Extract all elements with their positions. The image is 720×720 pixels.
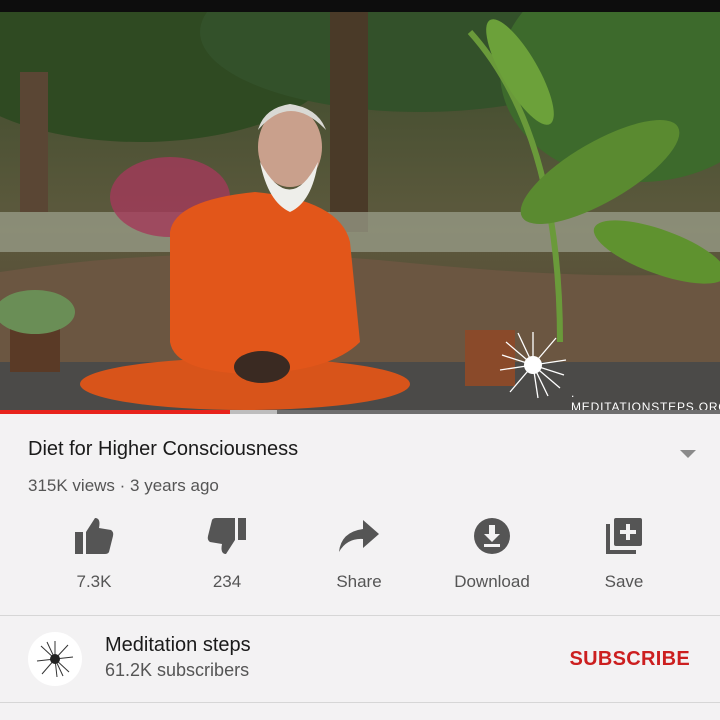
save-playlist-icon xyxy=(574,514,674,558)
video-info-panel: Diet for Higher Consciousness 315K views… xyxy=(0,414,720,720)
watermark-logo-icon xyxy=(498,330,568,400)
video-player[interactable]: . MEDITATIONSTEPS.ORG xyxy=(0,0,720,410)
dislike-button[interactable]: 234 xyxy=(177,514,277,592)
thumbs-up-icon xyxy=(44,514,144,558)
watermark-text: . MEDITATIONSTEPS.ORG xyxy=(571,386,720,410)
chevron-down-icon[interactable] xyxy=(680,450,696,458)
video-meta: 315K views · 3 years ago xyxy=(28,476,219,495)
channel-row: Meditation steps 61.2K subscribers SUBSC… xyxy=(0,616,720,702)
download-icon xyxy=(442,514,542,558)
video-top-bar xyxy=(0,0,720,12)
save-button[interactable]: Save xyxy=(574,514,674,592)
thumbs-down-icon xyxy=(177,514,277,558)
subscriber-count: 61.2K subscribers xyxy=(105,660,250,680)
download-button[interactable]: Download xyxy=(442,514,542,592)
share-button[interactable]: Share xyxy=(309,514,409,592)
channel-avatar[interactable] xyxy=(28,632,82,686)
action-bar: 7.3K 234 Share Download Save xyxy=(28,514,692,594)
video-frame xyxy=(0,12,720,410)
subscribe-button[interactable]: SUBSCRIBE xyxy=(570,648,691,671)
share-icon xyxy=(309,514,409,558)
like-button[interactable]: 7.3K xyxy=(44,514,144,592)
divider xyxy=(0,702,720,703)
video-title[interactable]: Diet for Higher Consciousness xyxy=(28,438,298,461)
channel-name[interactable]: Meditation steps xyxy=(105,634,251,657)
